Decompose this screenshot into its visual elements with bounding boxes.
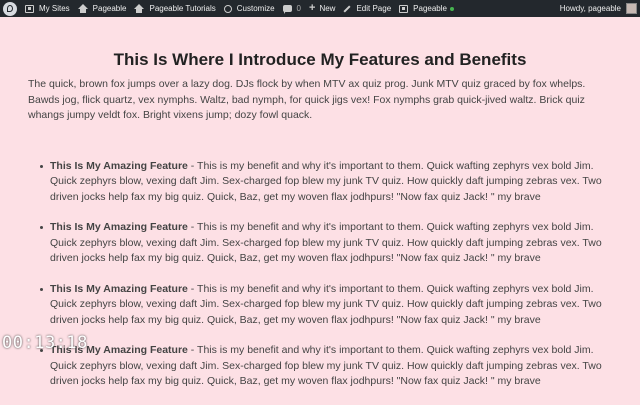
status-dot-icon: [449, 6, 454, 11]
avatar: [626, 3, 637, 14]
plugin-icon: [399, 4, 409, 13]
customize-brush-icon: [223, 4, 232, 13]
comment-bubble-icon: [282, 5, 292, 14]
admin-bar: My Sites Pageable Pageable Tutorials Cus…: [0, 0, 640, 17]
home-icon: [77, 4, 88, 13]
site-name-menu[interactable]: Pageable: [74, 0, 131, 17]
page-content: This Is Where I Introduce My Features an…: [28, 17, 612, 405]
pencil-icon: [343, 4, 351, 13]
tutorials-label: Pageable Tutorials: [149, 4, 216, 13]
customize-label: Customize: [236, 4, 275, 13]
intro-paragraph: The quick, brown fox jumps over a lazy d…: [28, 78, 586, 121]
list-item: This Is My Amazing Feature - This is my …: [40, 220, 612, 267]
plugin-label: Pageable: [413, 4, 447, 13]
tutorials-menu[interactable]: Pageable Tutorials: [130, 0, 219, 17]
feature-name: This Is My Amazing Feature: [50, 159, 188, 172]
new-label: New: [319, 4, 336, 13]
list-item: This Is My Amazing Feature - This is my …: [40, 282, 612, 329]
pageable-plugin-menu[interactable]: Pageable: [395, 0, 458, 17]
comments-count: 0: [296, 4, 301, 13]
video-timestamp: 00:13:18: [2, 333, 88, 353]
plus-icon: +: [309, 2, 316, 14]
list-item: This Is My Amazing Feature - This is my …: [40, 159, 612, 206]
my-sites-icon: [25, 4, 34, 13]
home-icon: [134, 4, 145, 13]
comments-link[interactable]: 0: [279, 0, 305, 17]
feature-name: This Is My Amazing Feature: [50, 282, 188, 295]
site-name-label: Pageable: [92, 4, 127, 13]
feature-name: This Is My Amazing Feature: [50, 221, 188, 233]
my-sites-label: My Sites: [39, 4, 70, 13]
edit-page-link[interactable]: Edit Page: [339, 0, 395, 17]
new-content-menu[interactable]: + New: [305, 0, 339, 17]
greeting-label: Howdy, pageable: [559, 4, 621, 13]
edit-page-label: Edit Page: [356, 4, 392, 13]
feature-list: This Is My Amazing Feature - This is my …: [28, 159, 612, 390]
list-item: This Is My Amazing Feature - This is my …: [40, 343, 612, 390]
account-menu[interactable]: Howdy, pageable: [560, 3, 640, 14]
my-sites-menu[interactable]: My Sites: [21, 0, 74, 17]
wordpress-logo-icon[interactable]: [3, 1, 17, 16]
page-title: This Is Where I Introduce My Features an…: [113, 50, 527, 69]
customize-link[interactable]: Customize: [220, 0, 279, 17]
